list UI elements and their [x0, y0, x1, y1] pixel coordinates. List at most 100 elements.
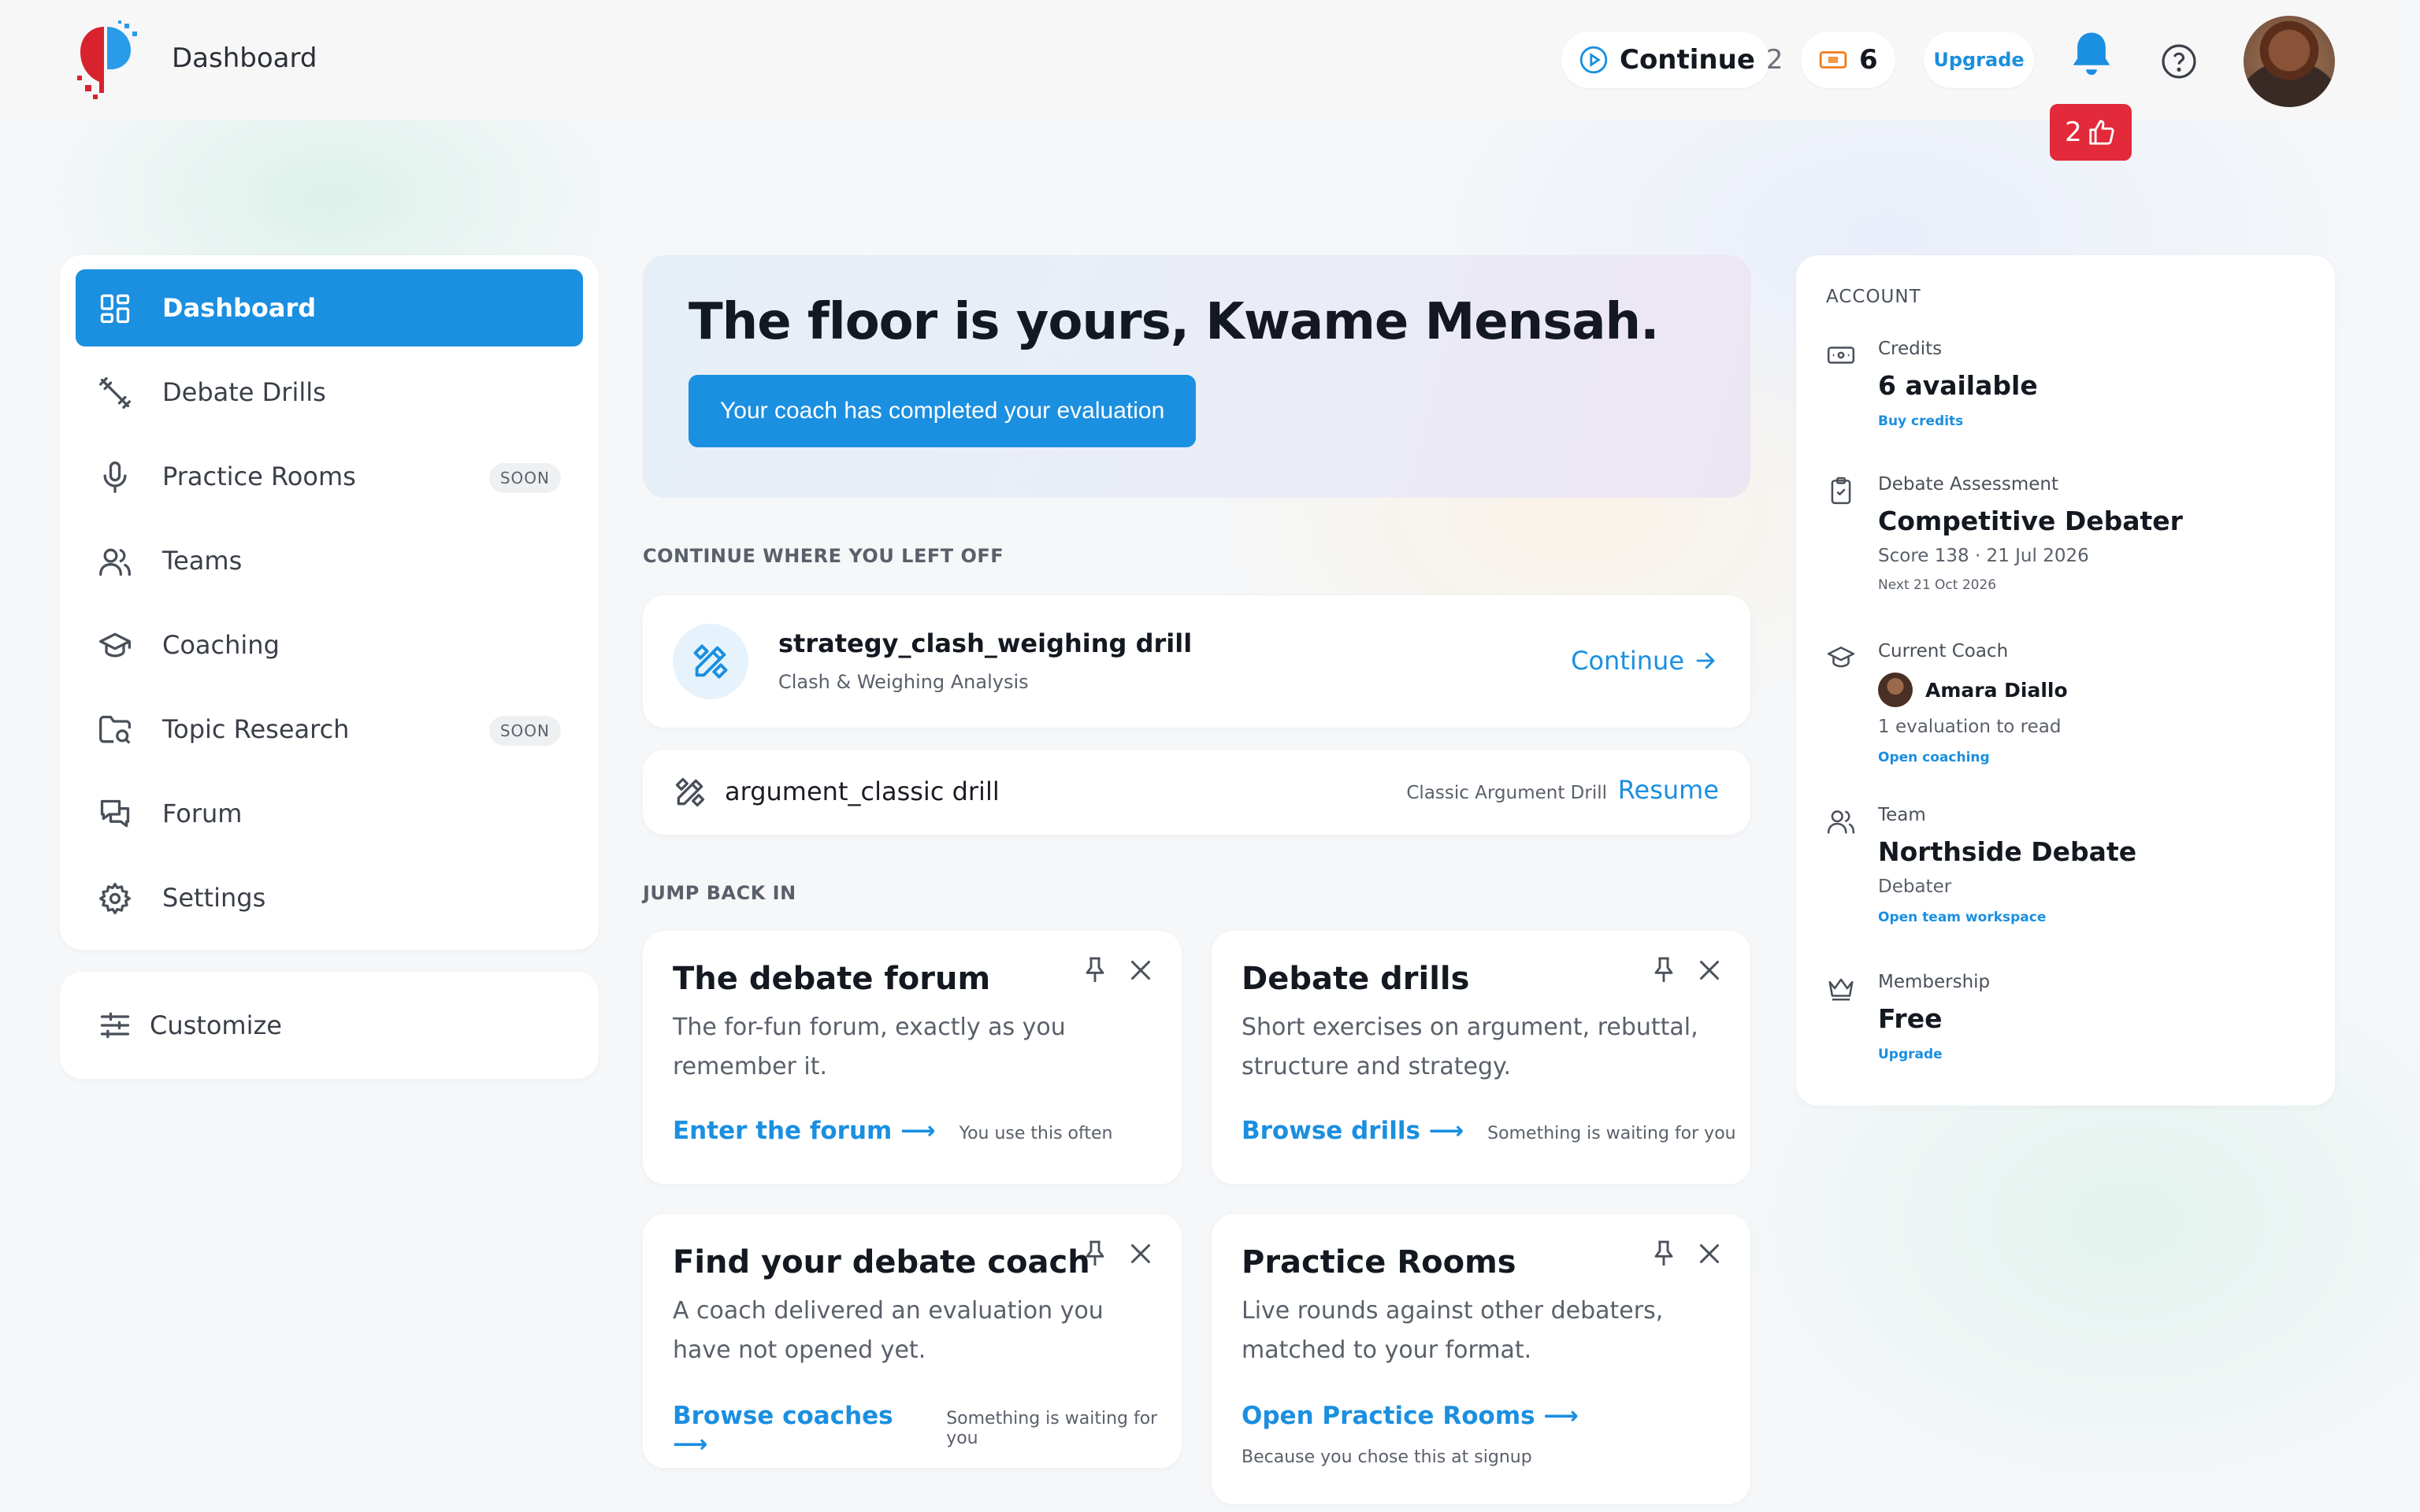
tile-find-coach[interactable]: Find your debate coach A coach delivered…: [643, 1214, 1182, 1468]
notification-bell-icon[interactable]: [2066, 28, 2118, 80]
sidebar-item-settings[interactable]: Settings: [76, 859, 583, 936]
dumbbell-icon: [98, 376, 132, 410]
pin-icon[interactable]: [1648, 954, 1680, 986]
graduation-cap-icon: [98, 628, 132, 663]
tile-note: You use this often: [959, 1124, 1113, 1143]
sidebar-item-label: Forum: [162, 799, 243, 828]
crown-icon: [1826, 973, 1856, 1003]
sidebar-item-label: Practice Rooms: [162, 461, 356, 491]
resume-drill-title: argument_classic drill: [725, 776, 1000, 806]
pin-icon[interactable]: [1079, 954, 1111, 986]
user-avatar[interactable]: [2244, 16, 2335, 107]
coach-row[interactable]: Amara Diallo: [1878, 673, 2303, 707]
folder-search-icon: [98, 713, 132, 747]
credits-label: Credits: [1878, 339, 1943, 359]
membership-label: Membership: [1878, 972, 1991, 992]
continue-count: 2: [1765, 44, 1783, 76]
upgrade-button[interactable]: Upgrade: [1924, 32, 2034, 88]
tile-debate-drills[interactable]: Debate drills Short exercises on argumen…: [1212, 931, 1750, 1184]
clipboard-check-icon: [1826, 476, 1856, 506]
upgrade-membership-link[interactable]: Upgrade: [1878, 1047, 2303, 1062]
buy-credits-link[interactable]: Buy credits: [1878, 413, 2303, 429]
microphone-icon: [98, 460, 132, 495]
drill-icon-badge: [673, 624, 748, 699]
continue-drill-link[interactable]: Continue: [1571, 646, 1717, 676]
arrow-right-icon: [1694, 649, 1717, 673]
assessment-label: Debate Assessment: [1878, 474, 2059, 495]
continue-pill-button[interactable]: Continue 2: [1561, 32, 1783, 88]
sidebar-item-forum[interactable]: Forum: [76, 775, 583, 852]
tile-note: Because you chose this at signup: [1242, 1447, 1532, 1467]
likes-badge[interactable]: 2: [2050, 104, 2132, 161]
open-coaching-link[interactable]: Open coaching: [1878, 750, 2303, 765]
tile-note: Something is waiting for you: [1487, 1124, 1736, 1143]
sidebar-item-label: Settings: [162, 883, 266, 913]
coach-evaluation-button[interactable]: Your coach has completed your evaluation: [689, 375, 1197, 447]
hero-title: The floor is yours, Kwame Mensah.: [689, 293, 1659, 351]
resume-drill-row[interactable]: argument_classic drill Classic Argument …: [643, 750, 1750, 835]
likes-count: 2: [2065, 117, 2082, 148]
assessment-next: Next 21 Oct 2026: [1878, 577, 1997, 593]
resume-drill-tag: Classic Argument Drill: [1406, 783, 1607, 803]
sidebar-item-coaching[interactable]: Coaching: [76, 606, 583, 684]
coach-avatar: [1878, 673, 1913, 707]
enter-forum-link[interactable]: Enter the forum ⟶: [673, 1117, 936, 1145]
sidebar-item-teams[interactable]: Teams: [76, 522, 583, 599]
brand-logo-icon[interactable]: [72, 20, 139, 99]
thumbs-up-icon: [2087, 117, 2117, 147]
browse-coaches-link[interactable]: Browse coaches ⟶: [673, 1402, 922, 1458]
account-heading: ACCOUNT: [1826, 287, 1921, 307]
top-header: Dashboard Continue 2 6 Upgrade 2: [0, 0, 2395, 161]
play-circle-icon: [1579, 45, 1609, 75]
close-icon[interactable]: [1695, 1240, 1724, 1268]
tile-practice-rooms[interactable]: Practice Rooms Live rounds against other…: [1212, 1214, 1750, 1504]
sliders-icon: [98, 1008, 132, 1043]
close-icon[interactable]: [1126, 956, 1155, 984]
close-icon[interactable]: [1695, 956, 1724, 984]
help-circle-icon[interactable]: [2160, 43, 2198, 80]
browse-drills-link[interactable]: Browse drills ⟶: [1242, 1117, 1464, 1145]
sidebar-item-dashboard[interactable]: Dashboard: [76, 269, 583, 346]
continue-drill-card[interactable]: strategy_clash_weighing drill Clash & We…: [643, 595, 1750, 728]
soon-badge: SOON: [488, 463, 561, 493]
resume-link[interactable]: Resume: [1618, 775, 1719, 805]
jump-section-heading: JUMP BACK IN: [643, 882, 796, 904]
team-label: Team: [1878, 805, 1926, 825]
tile-footer: Enter the forum ⟶ You use this often: [673, 1117, 1112, 1145]
sidebar-item-topic-research[interactable]: Topic Research SOON: [76, 691, 583, 768]
close-icon[interactable]: [1126, 1240, 1155, 1268]
sidebar-item-practice-rooms[interactable]: Practice Rooms SOON: [76, 438, 583, 515]
pin-icon[interactable]: [1079, 1238, 1111, 1269]
credits-value: 6 available: [1878, 370, 2038, 401]
credits-pill-button[interactable]: 6: [1801, 32, 1895, 88]
sidebar-item-label: Teams: [162, 546, 243, 576]
pencil-ruler-icon: [690, 641, 731, 682]
ticket-icon: [1818, 48, 1848, 72]
welcome-hero: The floor is yours, Kwame Mensah. Your c…: [643, 255, 1750, 498]
tile-debate-forum[interactable]: The debate forum The for-fun forum, exac…: [643, 931, 1182, 1184]
sidebar-item-debate-drills[interactable]: Debate Drills: [76, 354, 583, 431]
tile-note: Something is waiting for you: [946, 1409, 1158, 1448]
sidebar-nav: Dashboard Debate Drills Practice Rooms S…: [60, 255, 599, 950]
tile-description: Short exercises on argument, rebuttal, s…: [1242, 1014, 1698, 1080]
pencil-ruler-icon: [673, 775, 707, 810]
customize-label: Customize: [150, 1010, 282, 1040]
assessment-value: Competitive Debater: [1878, 506, 2183, 536]
customize-button[interactable]: Customize: [60, 972, 599, 1079]
credits-count: 6: [1859, 44, 1878, 76]
tile-footer: Browse drills ⟶ Something is waiting for…: [1242, 1117, 1736, 1145]
sidebar-item-label: Topic Research: [162, 714, 350, 744]
continue-section-heading: CONTINUE WHERE YOU LEFT OFF: [643, 545, 1004, 567]
account-panel: ACCOUNT Credits 6 available Buy credits …: [1796, 255, 2335, 1106]
graduation-cap-icon: [1826, 643, 1856, 673]
users-icon: [98, 544, 132, 579]
coach-name: Amara Diallo: [1925, 678, 2068, 702]
open-practice-rooms-link[interactable]: Open Practice Rooms ⟶: [1242, 1402, 1579, 1430]
continue-label: Continue: [1620, 44, 1755, 76]
open-team-link[interactable]: Open team workspace: [1878, 910, 2303, 925]
sidebar-item-label: Dashboard: [162, 293, 317, 323]
tile-description: The for-fun forum, exactly as you rememb…: [673, 1014, 1066, 1080]
sidebar-item-label: Debate Drills: [162, 377, 326, 407]
team-role: Debater: [1878, 876, 1952, 897]
pin-icon[interactable]: [1648, 1238, 1680, 1269]
